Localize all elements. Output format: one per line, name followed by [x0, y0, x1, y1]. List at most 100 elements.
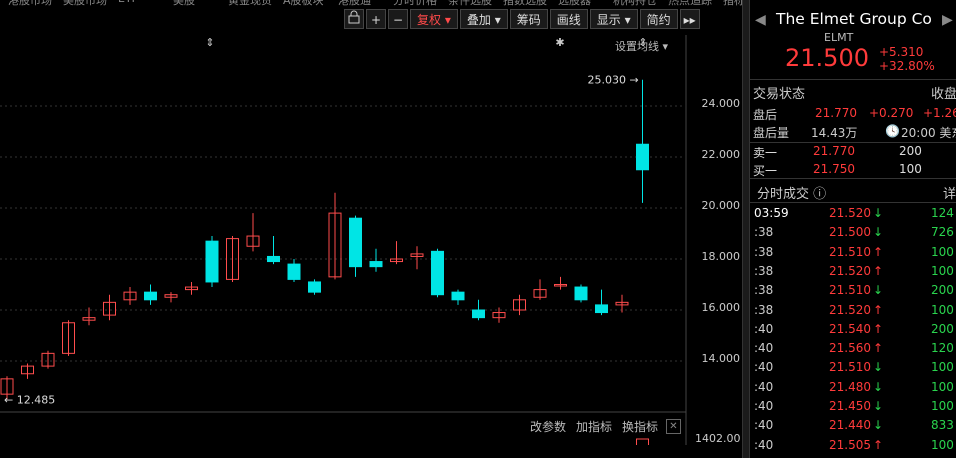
trading-status-label: 交易状态: [753, 87, 806, 102]
candle-body: [308, 281, 321, 293]
simple-mode-button[interactable]: 简约: [639, 9, 678, 29]
arrow-down-icon: ↓: [873, 225, 884, 240]
volume-tick: 1402.00: [695, 432, 741, 445]
info-icon[interactable]: ⓘ: [813, 187, 826, 202]
arrow-down-icon: ↓: [873, 399, 884, 413]
zoom-out-button[interactable]: −: [388, 9, 408, 29]
close-icon[interactable]: ✕: [666, 419, 681, 434]
trade-time: :38: [754, 263, 774, 278]
candle-body: [205, 240, 219, 283]
company-name: The Elmet Group Co: [776, 10, 932, 28]
change-percent: +32.80%: [879, 59, 935, 73]
lock-icon[interactable]: [344, 9, 364, 29]
top-nav-item[interactable]: ETF: [118, 0, 138, 5]
trade-time: 03:59: [754, 206, 789, 220]
candle-body: [472, 309, 485, 319]
candle-body: [451, 291, 465, 301]
top-nav-item[interactable]: 港股通: [338, 0, 371, 6]
next-stock-icon[interactable]: ▶: [942, 12, 953, 28]
kline-svg: 25.030 → ← 12.485 ⇕ ✱ ⇕: [0, 35, 687, 445]
more-icon[interactable]: ▸▸: [679, 9, 700, 29]
switch-indicator-button[interactable]: 换指标: [622, 418, 658, 435]
trade-time: :40: [754, 399, 774, 413]
trade-volume: 124: [931, 206, 954, 220]
trade-price: 21.510: [829, 283, 871, 298]
event-marker-icon: ⇕: [205, 36, 214, 49]
arrow-down-icon: ↓: [873, 206, 884, 220]
trade-time: :40: [754, 360, 774, 375]
trading-status: 收盘: [931, 87, 956, 102]
top-nav-item[interactable]: A股板块: [283, 0, 324, 6]
trade-price: 21.560: [829, 341, 871, 356]
trade-price: 21.520: [829, 206, 871, 220]
divider: [749, 142, 956, 143]
display-label: 显示: [596, 13, 621, 27]
after-hours-volume-label: 盘后量: [753, 126, 790, 140]
bid-label: 买一: [753, 164, 778, 178]
adjust-label: 复权: [417, 13, 442, 27]
candle-body: [595, 304, 608, 314]
zoom-in-button[interactable]: +: [366, 9, 386, 29]
trade-time: :40: [754, 437, 774, 452]
time-sales-row: :40 21.560 ↑ 120: [749, 341, 956, 359]
change-value: +5.310: [879, 45, 924, 59]
trade-volume: 100: [931, 399, 954, 413]
adjust-dropdown[interactable]: 复权 ▾: [410, 9, 458, 29]
top-nav-item[interactable]: 条件选股: [448, 0, 492, 6]
y-tick-20: 20.000: [701, 199, 741, 212]
trade-price: 21.480: [829, 379, 871, 394]
top-nav-item[interactable]: 美股市场: [63, 0, 107, 6]
top-nav-item[interactable]: 美股: [173, 0, 195, 6]
trade-price: 21.510: [829, 360, 871, 375]
detail-button[interactable]: 详: [943, 183, 956, 202]
top-nav-item[interactable]: 黄金现货: [228, 0, 272, 6]
edit-params-button[interactable]: 改参数: [530, 418, 566, 435]
top-nav-item[interactable]: 港股市场: [8, 0, 52, 6]
y-tick-14: 14.000: [701, 352, 741, 365]
time-sales-row: :40 21.540 ↑ 200: [749, 322, 956, 340]
candle-body: [431, 250, 444, 296]
overlay-dropdown[interactable]: 叠加 ▾: [459, 9, 508, 29]
trade-volume: 100: [931, 360, 954, 375]
top-nav-item[interactable]: 分时价格: [393, 0, 437, 6]
after-hours-time: 20:00 美东: [901, 126, 956, 140]
after-hours-pct: +1.269: [923, 106, 956, 120]
candle-body: [144, 291, 157, 301]
trade-time: :40: [754, 341, 774, 356]
time-sales-row: :40 21.450 ↓ 100: [749, 399, 956, 417]
display-dropdown[interactable]: 显示 ▾: [589, 9, 638, 29]
after-hours-volume: 14.43万: [811, 126, 858, 140]
indicator-bar: 改参数 加指标 换指标: [530, 418, 658, 435]
arrow-up-icon: ↑: [873, 321, 884, 336]
add-indicator-button[interactable]: 加指标: [576, 418, 612, 435]
bid-size: 100: [899, 162, 922, 176]
top-nav-item[interactable]: 选股器: [558, 0, 591, 6]
after-hours-change: +0.270: [869, 106, 914, 120]
candle-body: [287, 263, 301, 280]
time-sales-row: :40 21.510 ↓ 100: [749, 360, 956, 378]
ask-size: 200: [899, 144, 922, 158]
trade-volume: 726: [931, 225, 954, 240]
arrow-up-icon: ↑: [873, 341, 884, 356]
chips-button[interactable]: 筹码: [509, 9, 548, 29]
high-marker: 25.030 →: [588, 74, 639, 87]
prev-stock-icon[interactable]: ◀: [755, 12, 766, 28]
top-nav-item[interactable]: 指数选股: [503, 0, 547, 6]
trade-volume: 100: [931, 263, 954, 278]
time-sales-row: :38 21.500 ↓ 726: [749, 225, 956, 243]
overlay-label: 叠加: [466, 13, 491, 27]
time-sales-label: 分时成交: [757, 187, 810, 202]
top-nav-item[interactable]: 机构持仓: [613, 0, 657, 6]
time-sales-row: :38 21.520 ↑ 100: [749, 303, 956, 321]
draw-line-button[interactable]: 画线: [549, 9, 588, 29]
arrow-down-icon: ↓: [873, 418, 884, 433]
candle-body: [574, 286, 588, 301]
chevron-down-icon: ▾: [444, 13, 451, 27]
arrow-up-icon: ↑: [873, 244, 884, 259]
y-tick-18: 18.000: [701, 250, 741, 263]
y-tick-24: 24.000: [701, 97, 741, 110]
top-nav-item[interactable]: 热点追踪: [668, 0, 712, 6]
chevron-down-icon: ▾: [494, 13, 501, 27]
arrow-up-icon: ↑: [873, 437, 884, 452]
candlestick-chart[interactable]: 25.030 → ← 12.485 ⇕ ✱ ⇕: [0, 35, 745, 445]
